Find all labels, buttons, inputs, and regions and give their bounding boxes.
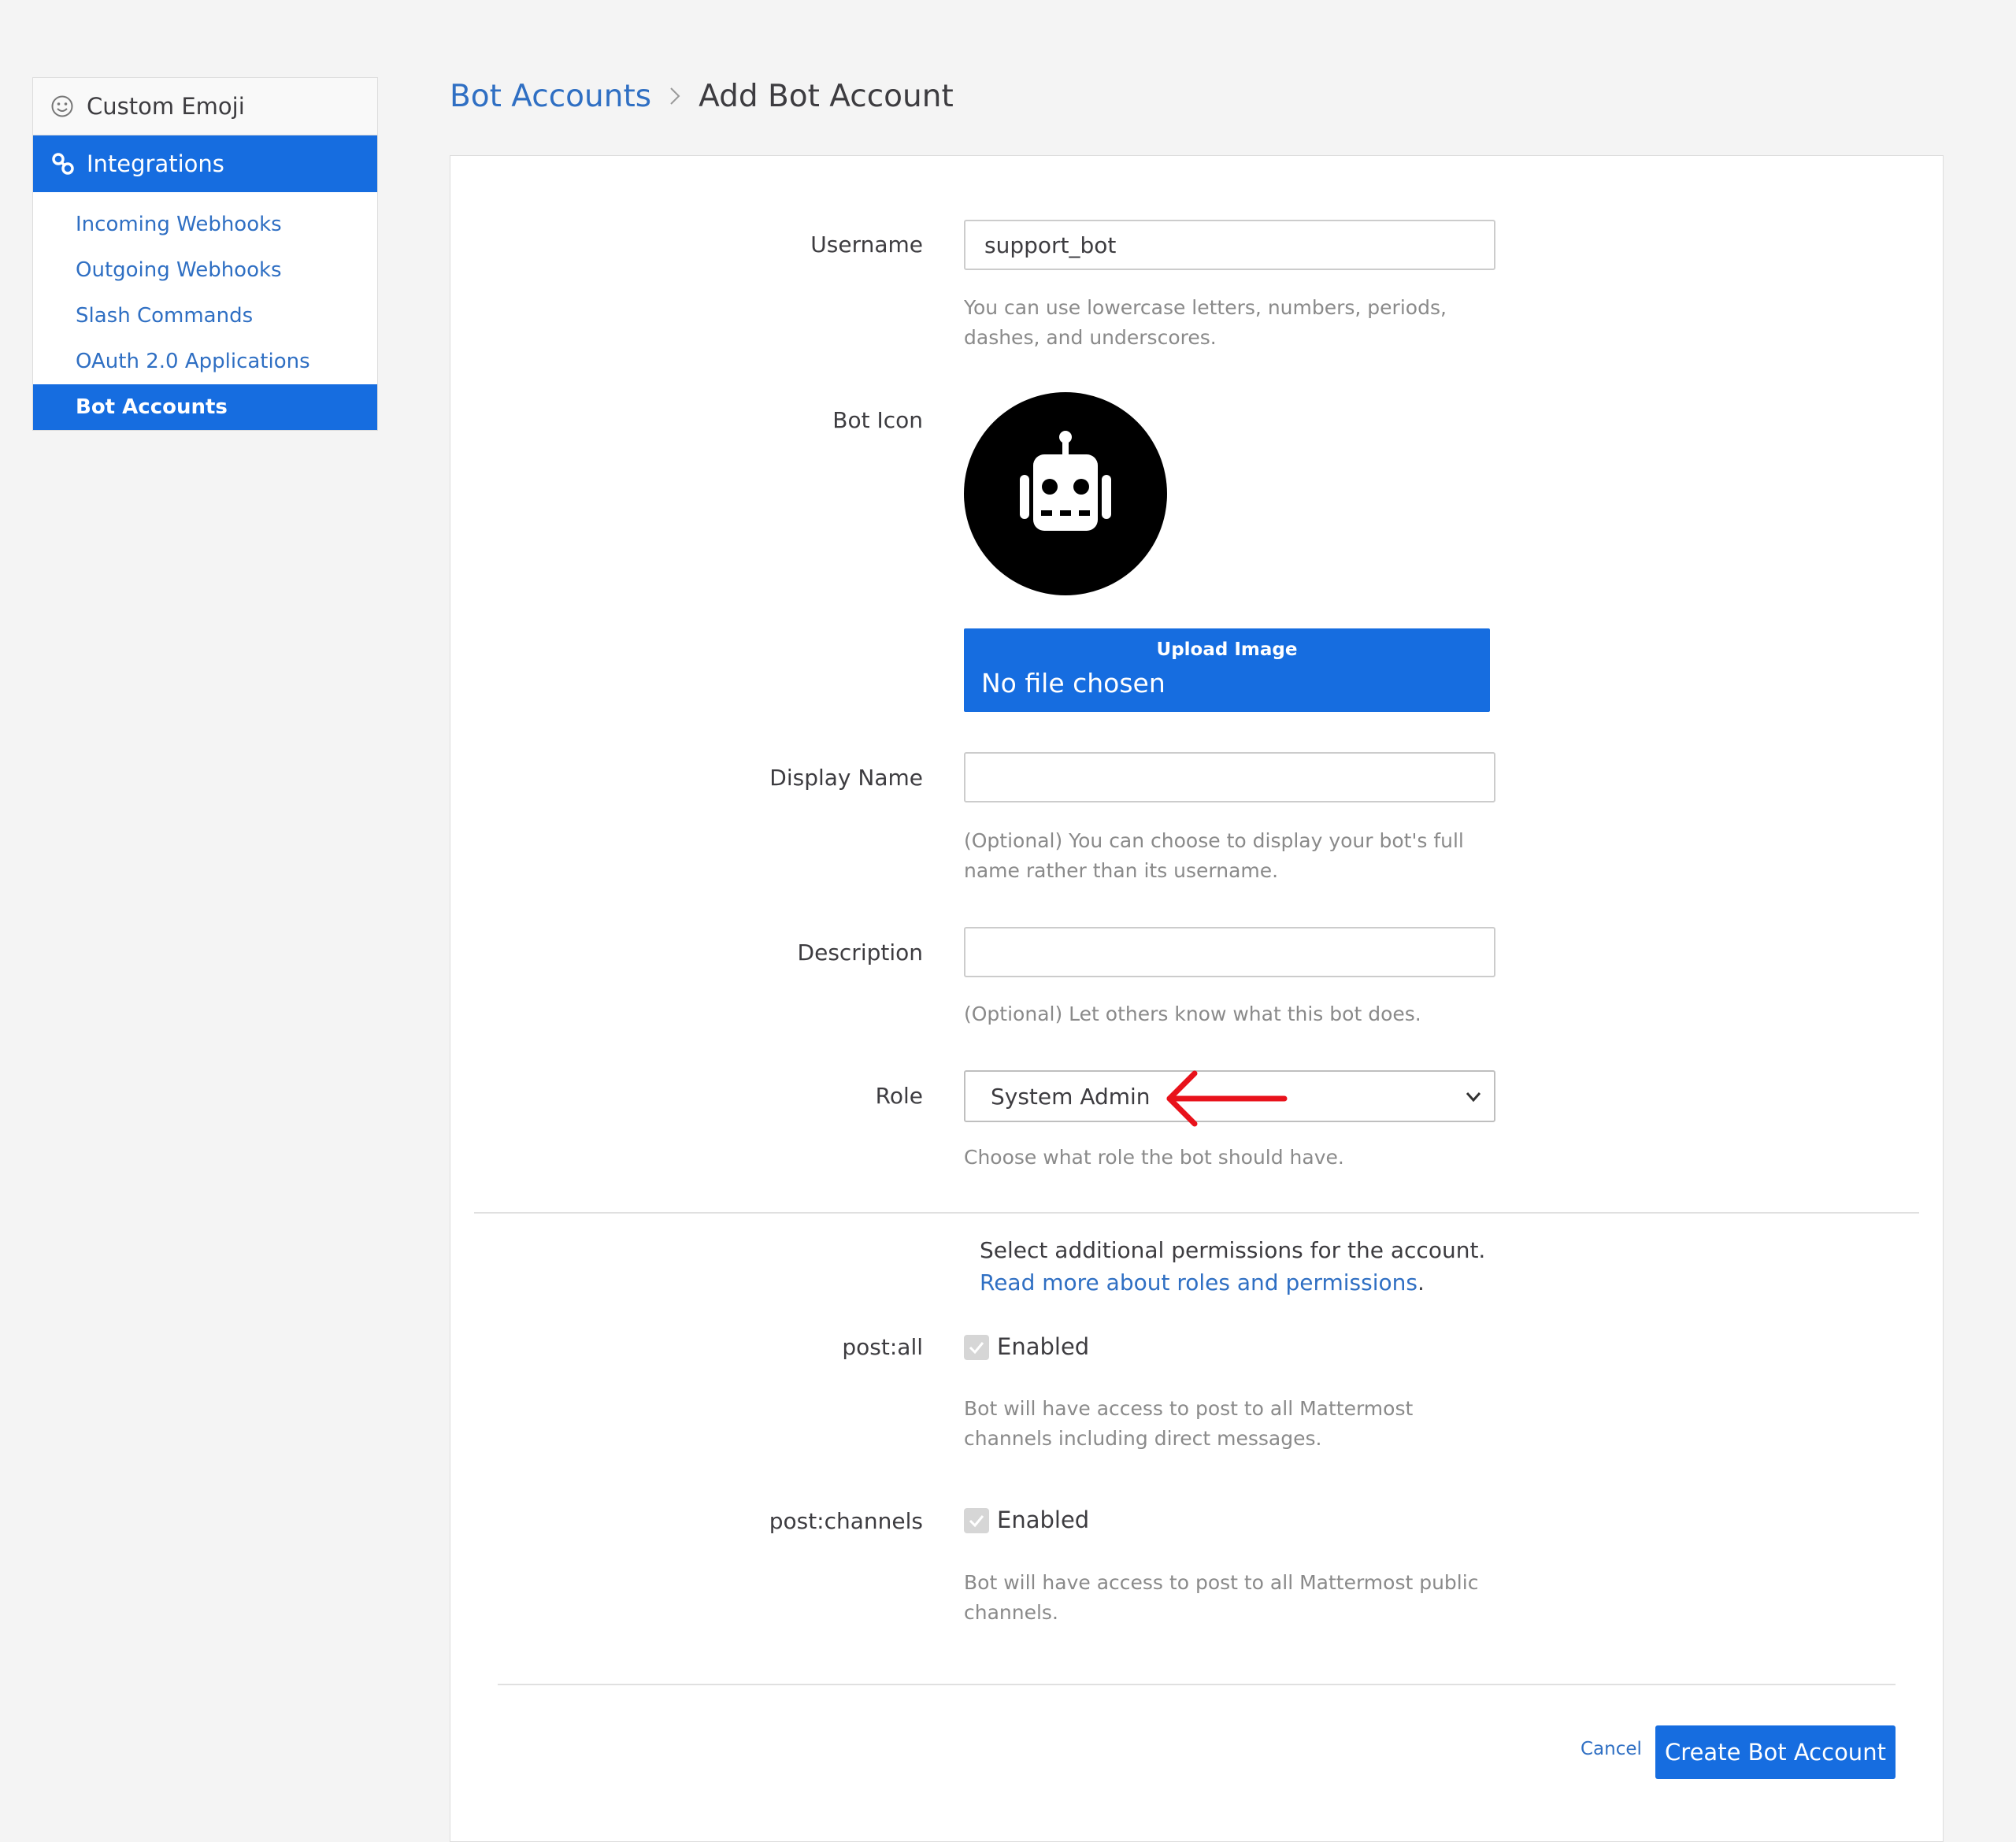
sidebar-item-oauth-applications[interactable]: OAuth 2.0 Applications [33,339,377,384]
chevron-down-icon [1466,1092,1481,1103]
description-input[interactable] [964,927,1495,977]
role-label: Role [875,1083,923,1109]
sidebar-item-incoming-webhooks[interactable]: Incoming Webhooks [33,202,377,247]
permissions-intro-end: . [1417,1269,1425,1295]
red-arrow-annotation [1166,1070,1288,1127]
upload-image-title: Upload Image [1156,639,1298,660]
sidebar-section-label: Integrations [87,150,224,177]
username-label: Username [810,232,923,258]
display-name-help: (Optional) You can choose to display you… [964,829,1464,882]
display-name-label: Display Name [769,765,923,791]
admin-sidebar: Custom Emoji Integrations Incoming Webho… [32,77,378,431]
section-divider [474,1212,1919,1214]
robot-icon [964,392,1167,595]
post-all-checkbox-label: Enabled [997,1333,1090,1360]
create-bot-account-button[interactable]: Create Bot Account [1655,1725,1896,1779]
post-channels-help: Bot will have access to post to all Matt… [964,1571,1479,1624]
breadcrumb-parent-link[interactable]: Bot Accounts [450,79,651,114]
permissions-intro: Select additional permissions for the ac… [980,1234,1531,1299]
checkmark-icon [969,1342,984,1355]
role-help: Choose what role the bot should have. [964,1146,1344,1169]
bot-account-form-panel: Username support_bot You can use lowerca… [450,155,1944,1842]
sidebar-item-bot-accounts[interactable]: Bot Accounts [33,384,377,430]
cancel-button[interactable]: Cancel [1581,1739,1642,1759]
sidebar-item-slash-commands[interactable]: Slash Commands [33,293,377,339]
username-help: You can use lowercase letters, numbers, … [964,296,1447,349]
page-title: Add Bot Account [699,78,954,114]
post-all-checkbox[interactable] [964,1335,989,1360]
post-channels-checkbox-label: Enabled [997,1507,1090,1533]
roles-permissions-link[interactable]: Read more about roles and permissions [980,1269,1418,1295]
post-channels-checkbox[interactable] [964,1508,989,1533]
integrations-icon [52,153,74,175]
breadcrumb: Bot Accounts Add Bot Account [450,72,954,120]
footer-divider [498,1684,1896,1685]
username-input[interactable]: support_bot [964,220,1495,270]
upload-image-button[interactable]: Upload Image No file chosen [964,628,1490,712]
sidebar-item-label: Custom Emoji [87,93,245,120]
checkmark-icon [969,1515,984,1528]
permission-post-channels-label: post:channels [769,1508,923,1534]
upload-file-status: No file chosen [981,668,1166,699]
bot-icon-label: Bot Icon [832,407,923,433]
description-help: (Optional) Let others know what this bot… [964,1003,1421,1025]
emoji-icon [51,95,73,117]
permissions-intro-text: Select additional permissions for the ac… [980,1237,1486,1263]
chevron-right-icon [669,86,681,106]
post-all-help: Bot will have access to post to all Matt… [964,1397,1414,1450]
permission-post-all-label: post:all [842,1334,923,1360]
sidebar-section-integrations[interactable]: Integrations [33,135,377,192]
description-label: Description [797,940,923,965]
display-name-input[interactable] [964,752,1495,802]
sidebar-item-custom-emoji[interactable]: Custom Emoji [33,78,377,135]
role-selected-value: System Admin [991,1083,1151,1110]
sidebar-item-outgoing-webhooks[interactable]: Outgoing Webhooks [33,247,377,293]
